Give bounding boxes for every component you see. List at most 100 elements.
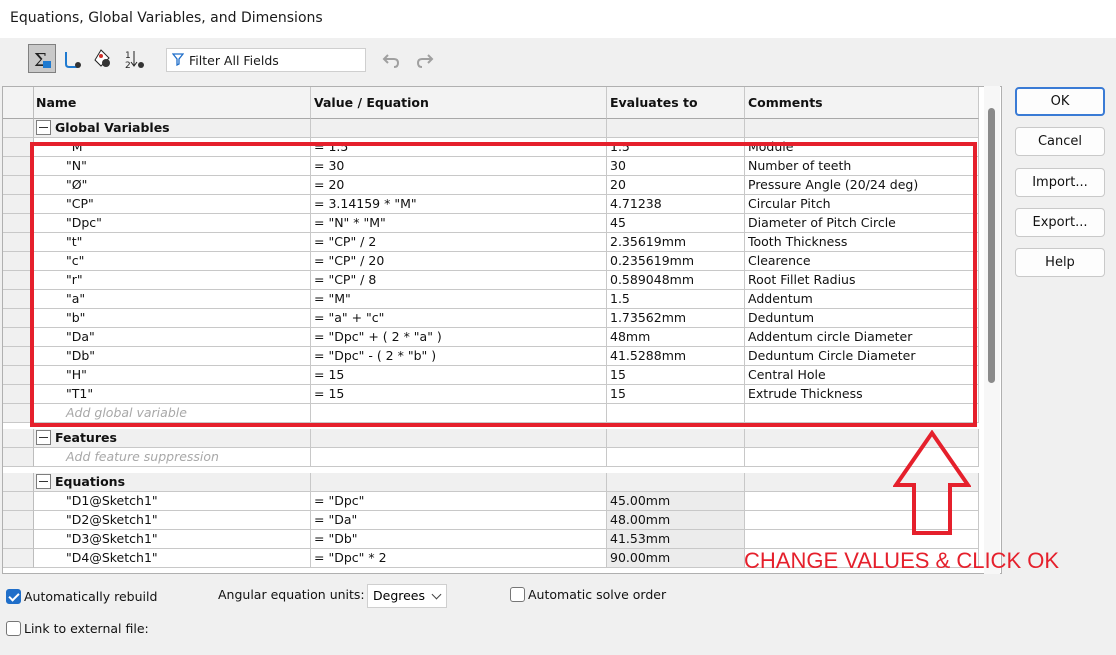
dimension-view-button[interactable] xyxy=(90,44,118,73)
cancel-button[interactable]: Cancel xyxy=(1015,127,1105,156)
comment-cell[interactable]: Module xyxy=(745,138,979,157)
section-header-global[interactable]: Global Variables xyxy=(34,119,311,138)
row-header[interactable] xyxy=(3,385,34,404)
name-cell[interactable]: "t" xyxy=(34,233,311,252)
row-header[interactable] xyxy=(3,252,34,271)
comment-cell[interactable]: Deduntum Circle Diameter xyxy=(745,347,979,366)
comment-cell[interactable]: Root Fillet Radius xyxy=(745,271,979,290)
value-cell[interactable]: = "N" * "M" xyxy=(311,214,607,233)
value-cell[interactable] xyxy=(311,448,607,467)
comment-cell[interactable] xyxy=(745,404,979,423)
comment-cell[interactable]: Tooth Thickness xyxy=(745,233,979,252)
row-header[interactable] xyxy=(3,271,34,290)
value-cell[interactable]: = 30 xyxy=(311,157,607,176)
row-header[interactable] xyxy=(3,492,34,511)
vertical-scrollbar[interactable] xyxy=(984,86,1000,574)
row-header[interactable] xyxy=(3,511,34,530)
name-cell[interactable]: "M" xyxy=(34,138,311,157)
row-header[interactable] xyxy=(3,138,34,157)
value-cell[interactable]: = "CP" / 2 xyxy=(311,233,607,252)
value-cell[interactable]: = "Dpc" xyxy=(311,492,607,511)
comment-cell[interactable]: Addentum circle Diameter xyxy=(745,328,979,347)
row-header[interactable] xyxy=(3,404,34,423)
value-cell[interactable]: = "a" + "c" xyxy=(311,309,607,328)
name-cell[interactable]: "D3@Sketch1" xyxy=(34,530,311,549)
export-button[interactable]: Export... xyxy=(1015,208,1105,237)
row-header[interactable] xyxy=(3,309,34,328)
value-cell[interactable]: = 15 xyxy=(311,366,607,385)
value-cell[interactable]: = "CP" / 8 xyxy=(311,271,607,290)
name-cell[interactable]: "Ø" xyxy=(34,176,311,195)
value-cell[interactable]: = "Dpc" - ( 2 * "b" ) xyxy=(311,347,607,366)
name-cell[interactable]: "T1" xyxy=(34,385,311,404)
value-cell[interactable]: = 20 xyxy=(311,176,607,195)
sketch-view-button[interactable] xyxy=(59,44,87,73)
row-header[interactable] xyxy=(3,366,34,385)
col-header-comments[interactable]: Comments xyxy=(745,87,979,119)
value-cell[interactable]: = "Db" xyxy=(311,530,607,549)
import-button[interactable]: Import... xyxy=(1015,168,1105,197)
row-header[interactable] xyxy=(3,347,34,366)
row-header[interactable] xyxy=(3,119,34,138)
row-header[interactable] xyxy=(3,214,34,233)
comment-cell[interactable]: Pressure Angle (20/24 deg) xyxy=(745,176,979,195)
name-cell[interactable]: "D2@Sketch1" xyxy=(34,511,311,530)
row-header[interactable] xyxy=(3,549,34,568)
comment-cell[interactable]: Extrude Thickness xyxy=(745,385,979,404)
value-cell[interactable]: = "CP" / 20 xyxy=(311,252,607,271)
link-external-checkbox[interactable] xyxy=(6,621,21,636)
value-cell[interactable]: = "Dpc" * 2 xyxy=(311,549,607,568)
value-cell[interactable]: = 3.14159 * "M" xyxy=(311,195,607,214)
ordered-view-button[interactable]: 12 xyxy=(121,44,149,73)
section-header-features[interactable]: Features xyxy=(34,429,311,448)
name-cell[interactable]: "N" xyxy=(34,157,311,176)
name-cell[interactable]: "D1@Sketch1" xyxy=(34,492,311,511)
comment-cell[interactable]: Diameter of Pitch Circle xyxy=(745,214,979,233)
name-cell[interactable]: "CP" xyxy=(34,195,311,214)
col-header-evaluates[interactable]: Evaluates to xyxy=(607,87,745,119)
name-cell[interactable]: "Da" xyxy=(34,328,311,347)
ok-button[interactable]: OK xyxy=(1015,87,1105,116)
row-header[interactable] xyxy=(3,195,34,214)
value-cell[interactable]: = 1.5 xyxy=(311,138,607,157)
scroll-thumb[interactable] xyxy=(988,108,995,383)
col-header-name[interactable]: Name xyxy=(34,87,311,119)
collapse-icon[interactable] xyxy=(36,474,51,489)
name-cell[interactable]: "a" xyxy=(34,290,311,309)
collapse-icon[interactable] xyxy=(36,120,51,135)
help-button[interactable]: Help xyxy=(1015,248,1105,277)
value-cell[interactable] xyxy=(311,404,607,423)
row-header[interactable] xyxy=(3,290,34,309)
comment-cell[interactable]: Central Hole xyxy=(745,366,979,385)
row-header[interactable] xyxy=(3,157,34,176)
comment-cell[interactable]: Circular Pitch xyxy=(745,195,979,214)
value-cell[interactable]: = 15 xyxy=(311,385,607,404)
row-header[interactable] xyxy=(3,473,34,492)
row-header[interactable] xyxy=(3,176,34,195)
name-cell[interactable]: "D4@Sketch1" xyxy=(34,549,311,568)
name-cell[interactable]: "Db" xyxy=(34,347,311,366)
value-cell[interactable]: = "Da" xyxy=(311,511,607,530)
name-cell[interactable]: "H" xyxy=(34,366,311,385)
auto-solve-checkbox[interactable] xyxy=(510,587,525,602)
name-cell[interactable]: "b" xyxy=(34,309,311,328)
collapse-icon[interactable] xyxy=(36,430,51,445)
row-header[interactable] xyxy=(3,530,34,549)
auto-rebuild-checkbox[interactable] xyxy=(6,589,21,604)
comment-cell[interactable]: Number of teeth xyxy=(745,157,979,176)
redo-icon[interactable] xyxy=(414,50,436,70)
value-cell[interactable]: = "M" xyxy=(311,290,607,309)
name-cell[interactable]: "r" xyxy=(34,271,311,290)
value-cell[interactable]: = "Dpc" + ( 2 * "a" ) xyxy=(311,328,607,347)
comment-cell[interactable]: Addentum xyxy=(745,290,979,309)
undo-icon[interactable] xyxy=(380,50,402,70)
name-cell[interactable]: "c" xyxy=(34,252,311,271)
comment-cell[interactable]: Deduntum xyxy=(745,309,979,328)
filter-field[interactable]: Filter All Fields xyxy=(166,48,366,72)
angular-units-select[interactable]: Degrees xyxy=(367,584,447,608)
row-header[interactable] xyxy=(3,233,34,252)
row-header[interactable] xyxy=(3,429,34,448)
add-entry-cell[interactable]: Add feature suppression xyxy=(34,448,311,467)
row-header[interactable] xyxy=(3,328,34,347)
equation-view-button[interactable]: Σ xyxy=(28,44,56,73)
